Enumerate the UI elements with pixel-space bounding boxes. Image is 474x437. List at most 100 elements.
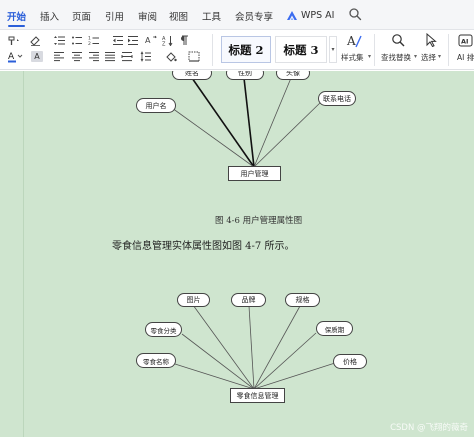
align-right-icon[interactable] <box>88 50 100 62</box>
entity-label: 用户管理 <box>240 169 269 178</box>
diagram2-connectors <box>174 304 336 390</box>
ai-layout-icon[interactable]: AI <box>458 34 473 47</box>
numbered-list-icon[interactable]: 12 <box>88 34 100 46</box>
attribute-label: 图片 <box>186 296 201 304</box>
attribute-label: 规格 <box>295 296 310 304</box>
er-diagrams-svg <box>171 77 336 390</box>
active-tab-indicator <box>8 25 25 27</box>
menu-tab-tools[interactable]: 工具 <box>202 9 221 23</box>
entity-label: 零食信息管理 <box>236 391 279 400</box>
search-icon[interactable] <box>348 7 362 21</box>
shading-fill-icon[interactable] <box>165 50 177 62</box>
attribute-label: 品牌 <box>241 296 256 304</box>
sort-icon[interactable]: AZ <box>162 34 174 46</box>
diagram2-attribute-shelf-life[interactable]: 保质期 <box>316 321 353 336</box>
ribbon-separator <box>448 34 449 66</box>
menu-tab-wps-ai[interactable]: WPS AI <box>286 8 334 22</box>
attribute-label: 头像 <box>286 71 300 77</box>
menu-tab-review[interactable]: 审阅 <box>138 9 157 23</box>
style-gallery-scroll-icon[interactable]: ▾ <box>329 36 337 63</box>
eraser-icon[interactable] <box>29 34 41 46</box>
text-direction-icon[interactable]: A <box>145 34 157 46</box>
menu-tab-insert[interactable]: 插入 <box>40 9 59 23</box>
attribute-label: 用户名 <box>145 101 167 110</box>
character-shading-icon[interactable]: A <box>31 51 43 62</box>
select-dropdown-icon[interactable]: ▾ <box>438 53 441 60</box>
document-canvas[interactable]: 姓名 性别 头像 用户名 联系电话 用户管理 图 4-6 用户管理属性图 零食信… <box>0 71 474 437</box>
attribute-label: 价格 <box>343 357 357 366</box>
style-heading-2[interactable]: 标题 2 <box>221 36 271 63</box>
justify-icon[interactable] <box>104 50 116 62</box>
connector-avatar <box>253 77 292 168</box>
align-left-icon[interactable] <box>53 50 65 62</box>
figure-caption-4-6: 图 4-6 用户管理属性图 <box>215 216 303 226</box>
select-cursor-icon[interactable] <box>424 33 438 47</box>
line-spacing-icon[interactable] <box>54 34 66 46</box>
diagram1-attribute-avatar[interactable]: 头像 <box>276 71 310 80</box>
decrease-indent-icon[interactable] <box>112 34 124 46</box>
attribute-label: 联系电话 <box>323 94 351 103</box>
svg-text:A: A <box>346 34 356 48</box>
menu-tab-start[interactable]: 开始 <box>7 9 26 23</box>
diagram2-attribute-brand[interactable]: 品牌 <box>231 293 266 307</box>
diagram2-attribute-category[interactable]: 零食分类 <box>145 322 182 337</box>
attribute-label: 保质期 <box>324 325 345 334</box>
svg-text:A: A <box>145 36 151 45</box>
svg-text:AI: AI <box>461 38 468 46</box>
body-paragraph: 零食信息管理实体属性图如图 4-7 所示。 <box>112 241 295 252</box>
font-color-icon[interactable]: A <box>6 50 24 62</box>
diagram1-attribute-gender[interactable]: 性别 <box>226 71 264 80</box>
menu-tab-references[interactable]: 引用 <box>105 9 124 23</box>
diagram1-attribute-phone[interactable]: 联系电话 <box>318 91 356 106</box>
diagram1-entity-user-management[interactable]: 用户管理 <box>228 166 281 181</box>
list-icon[interactable] <box>71 34 83 46</box>
attribute-label: 零食分类 <box>150 326 177 335</box>
csdn-watermark: CSDN @飞翔的薇奇 <box>390 423 468 433</box>
svg-text:1: 1 <box>88 35 91 41</box>
connector-phone <box>253 100 323 168</box>
attribute-label: 姓名 <box>185 71 199 77</box>
style-set-icon[interactable]: A <box>346 33 362 49</box>
ribbon-toolbar: 12 A AZ A A 标题 2 标题 3 ▾ A 样式集 ▾ 查找替换 ▾ 选… <box>0 30 474 70</box>
diagram1-attribute-username[interactable]: 用户名 <box>136 98 176 113</box>
menu-tab-membership[interactable]: 会员专享 <box>235 9 273 23</box>
find-replace-label[interactable]: 查找替换 <box>381 52 411 63</box>
menu-bar: 开始 插入 页面 引用 审阅 视图 工具 会员专享 WPS AI <box>0 0 474 30</box>
diagram2-attribute-image[interactable]: 图片 <box>177 293 210 307</box>
distributed-align-icon[interactable] <box>121 50 133 62</box>
diagram2-attribute-snack-name[interactable]: 零食名称 <box>136 353 176 368</box>
connector-brand <box>248 305 255 390</box>
connector-username <box>171 107 255 168</box>
show-marks-icon[interactable] <box>178 34 190 46</box>
find-replace-icon[interactable] <box>391 33 405 47</box>
align-center-icon[interactable] <box>71 50 83 62</box>
line-spacing-options-icon[interactable] <box>140 50 152 62</box>
format-painter-icon[interactable] <box>6 34 22 46</box>
wps-ai-icon <box>287 10 297 20</box>
ribbon-separator <box>212 34 213 66</box>
connector-shelf-life <box>253 332 317 390</box>
style-set-dropdown-icon[interactable]: ▾ <box>368 53 371 60</box>
menu-tab-page[interactable]: 页面 <box>72 9 91 23</box>
diagram1-connectors <box>171 77 323 168</box>
increase-indent-icon[interactable] <box>127 34 139 46</box>
connector-image <box>192 304 255 390</box>
ai-layout-label[interactable]: AI 排 <box>457 52 474 63</box>
connector-category <box>181 333 255 390</box>
diagram2-attribute-price[interactable]: 价格 <box>333 354 367 369</box>
menu-tab-view[interactable]: 视图 <box>169 9 188 23</box>
diagram2-attribute-spec[interactable]: 规格 <box>285 293 320 307</box>
diagram2-entity-snack-management[interactable]: 零食信息管理 <box>230 388 285 403</box>
style-set-label[interactable]: 样式集 <box>341 52 364 63</box>
svg-text:2: 2 <box>88 41 91 46</box>
diagram1-attribute-name[interactable]: 姓名 <box>172 71 212 80</box>
borders-icon[interactable] <box>188 50 200 62</box>
find-replace-dropdown-icon[interactable]: ▾ <box>414 53 417 60</box>
attribute-label: 零食名称 <box>143 357 169 366</box>
ribbon-separator <box>374 34 375 66</box>
style-heading-3[interactable]: 标题 3 <box>275 36 327 63</box>
select-label[interactable]: 选择 <box>421 52 436 63</box>
svg-text:Z: Z <box>162 41 166 46</box>
attribute-label: 性别 <box>238 71 252 77</box>
wps-ai-label: WPS AI <box>301 9 335 21</box>
